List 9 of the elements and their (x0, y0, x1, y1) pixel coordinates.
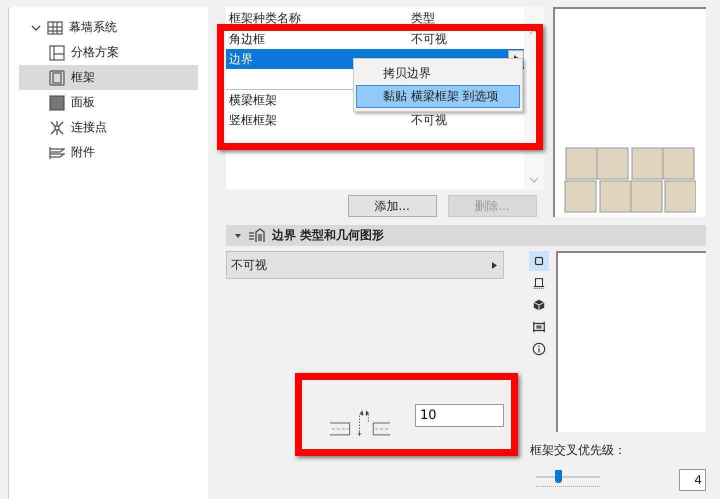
column-header: 类型 (411, 10, 435, 26)
frame-name: 角边框 (229, 30, 265, 48)
section-title: 边界 类型和几何图形 (272, 227, 384, 244)
frame-type: 不可视 (411, 30, 447, 48)
column-header: 框架种类名称 (229, 10, 301, 26)
priority-label: 框架交叉优先级： (530, 442, 627, 459)
frame-name: 边界 (229, 50, 253, 68)
frame-type: 不可视 (411, 112, 447, 128)
frame-name: 竖框框架 (229, 112, 277, 128)
